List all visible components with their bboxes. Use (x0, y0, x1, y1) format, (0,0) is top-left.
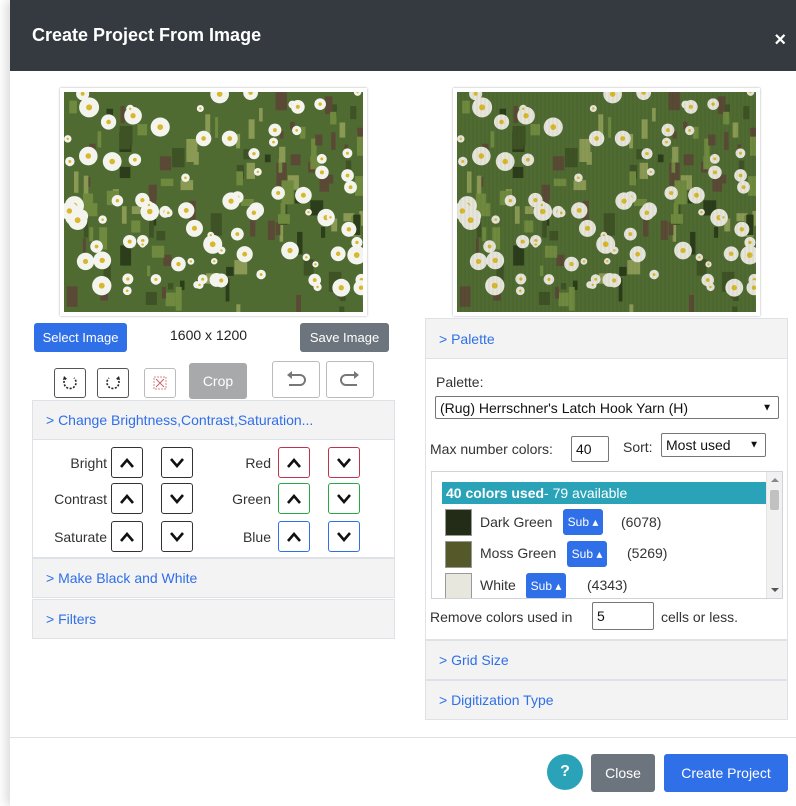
scroll-up-icon (771, 478, 779, 482)
color-swatch (445, 541, 472, 568)
bright-up-button[interactable] (111, 447, 143, 478)
chevron-up-icon (120, 493, 134, 504)
original-image (60, 88, 367, 316)
filters-panel: > Filters (32, 599, 395, 639)
grid-size-panel: > Grid Size (425, 640, 788, 680)
chevron-down-icon (170, 457, 184, 468)
color-name: Moss Green (480, 545, 557, 561)
contrast-down-button[interactable] (161, 483, 193, 514)
black-white-panel-header[interactable]: > Make Black and White (33, 559, 394, 597)
footer-divider (10, 737, 796, 738)
color-count: (5269) (627, 545, 668, 561)
crop-clear-icon (153, 376, 167, 390)
red-down-button[interactable] (328, 447, 360, 478)
undo-icon (287, 370, 306, 386)
remove-colors-input[interactable]: 5 (592, 602, 654, 630)
sub-button[interactable]: Sub ▴ (567, 541, 607, 567)
dialog-header: Create Project From Image × (10, 0, 796, 71)
sort-selected-value: Most used (666, 437, 731, 453)
chevron-up-icon (287, 457, 301, 468)
color-swatch (445, 573, 472, 598)
palette-select[interactable]: (Rug) Herrschner's Latch Hook Yarn (H) ▼ (435, 396, 779, 419)
saturate-down-button[interactable] (161, 521, 193, 552)
preview-image (453, 88, 760, 316)
chevron-up-icon (120, 531, 134, 542)
color-count: (4343) (587, 577, 628, 593)
chevron-down-icon (170, 493, 184, 504)
sort-label: Sort: (623, 439, 653, 455)
undo-button[interactable] (272, 361, 320, 398)
max-colors-input[interactable]: 40 (571, 436, 609, 462)
color-name: Dark Green (480, 514, 553, 530)
green-down-button[interactable] (328, 483, 360, 514)
color-count: (6078) (621, 514, 662, 530)
chevron-up-icon (287, 531, 301, 542)
redo-icon (340, 370, 359, 386)
black-white-panel: > Make Black and White (32, 558, 395, 598)
scroll-down-icon (771, 588, 779, 592)
bright-down-button[interactable] (161, 447, 193, 478)
red-label: Red (245, 455, 271, 471)
color-name: White (480, 577, 516, 593)
digitization-panel: > Digitization Type (425, 680, 788, 720)
image-dimensions: 1600 x 1200 (170, 327, 248, 343)
colors-list[interactable]: 40 colors used - 79 available Dark Green… (431, 471, 783, 599)
green-label: Green (232, 491, 271, 507)
max-colors-label: Max number colors: (430, 441, 553, 457)
palette-panel-header[interactable]: > Palette (426, 319, 787, 359)
rotate-left-button[interactable] (54, 368, 86, 398)
red-up-button[interactable] (278, 447, 310, 478)
saturate-label: Saturate (54, 529, 107, 545)
contrast-label: Contrast (54, 491, 107, 507)
adjust-panel-header[interactable]: > Change Brightness,Contrast,Saturation.… (33, 401, 394, 440)
palette-label: Palette: (436, 374, 484, 390)
close-button[interactable]: Close (591, 754, 655, 792)
redo-button[interactable] (326, 361, 374, 398)
sub-button[interactable]: Sub ▴ (526, 573, 566, 598)
bright-label: Bright (70, 455, 107, 471)
blue-label: Blue (242, 529, 271, 545)
grid-size-panel-header[interactable]: > Grid Size (426, 641, 787, 679)
sort-select[interactable]: Most used ▼ (661, 433, 766, 457)
chevron-down-icon: ▼ (762, 402, 772, 413)
rotate-left-icon (63, 376, 77, 390)
remove-colors-prefix: Remove colors used in (430, 609, 573, 625)
saturate-up-button[interactable] (111, 521, 143, 552)
chevron-down-icon (337, 457, 351, 468)
chevron-up-icon (287, 493, 301, 504)
rotate-right-icon (106, 376, 120, 390)
chevron-down-icon (170, 531, 184, 542)
color-swatch (445, 509, 472, 536)
close-icon[interactable]: × (774, 30, 786, 50)
blue-down-button[interactable] (328, 521, 360, 552)
blue-up-button[interactable] (278, 521, 310, 552)
colors-used-header: 40 colors used - 79 available (442, 482, 766, 504)
green-up-button[interactable] (278, 483, 310, 514)
palette-panel: > Palette Palette: (Rug) Herrschner's La… (425, 318, 788, 640)
filters-panel-header[interactable]: > Filters (33, 600, 394, 638)
chevron-up-icon (120, 457, 134, 468)
chevron-down-icon: ▼ (749, 439, 759, 451)
create-project-dialog: Create Project From Image × Select Image… (10, 0, 796, 806)
sub-button[interactable]: Sub ▴ (563, 509, 603, 535)
select-image-button[interactable]: Select Image (34, 323, 127, 352)
colors-available: - 79 available (544, 485, 628, 501)
chevron-down-icon (337, 531, 351, 542)
help-button[interactable]: ? (547, 754, 583, 790)
scroll-thumb[interactable] (770, 490, 779, 510)
rotate-right-button[interactable] (97, 368, 129, 398)
dialog-title: Create Project From Image (32, 25, 262, 45)
digitization-panel-header[interactable]: > Digitization Type (426, 681, 787, 719)
colors-used-count: 40 colors used (446, 485, 545, 501)
save-image-button[interactable]: Save Image (300, 323, 389, 352)
adjust-panel: > Change Brightness,Contrast,Saturation.… (32, 400, 395, 558)
chevron-down-icon (337, 493, 351, 504)
clear-crop-button[interactable] (144, 368, 176, 398)
contrast-up-button[interactable] (111, 483, 143, 514)
remove-colors-suffix: cells or less. (661, 609, 739, 625)
crop-button[interactable]: Crop (189, 363, 247, 399)
palette-selected-value: (Rug) Herrschner's Latch Hook Yarn (H) (440, 399, 689, 416)
create-project-button[interactable]: Create Project (664, 754, 788, 792)
colors-scrollbar[interactable] (766, 472, 782, 598)
